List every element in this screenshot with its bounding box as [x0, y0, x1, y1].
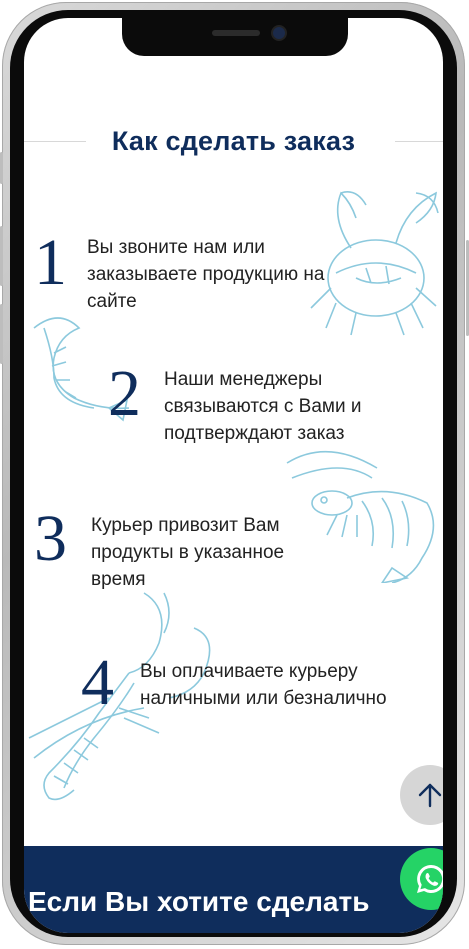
cta-text: Если Вы хотите сделать	[28, 886, 370, 917]
step-3-text: Курьер привозит Вам продукты в указанное…	[91, 512, 391, 593]
step-1-text: Вы звоните нам или заказываете продукцию…	[87, 234, 417, 315]
phone-side-button-left-3	[0, 304, 3, 364]
step-3-line-3: время	[91, 569, 146, 590]
phone-speaker	[212, 30, 260, 36]
step-1-line-3: сайте	[87, 291, 137, 312]
step-4-number: 4	[81, 646, 114, 719]
step-1-line-2: заказываете продукцию на	[87, 264, 325, 285]
step-1-number: 1	[34, 226, 67, 299]
step-2-number: 2	[108, 357, 141, 430]
phone-side-button-left-2	[0, 226, 3, 286]
scroll-to-top-button[interactable]	[400, 765, 443, 825]
phone-notch	[122, 18, 348, 56]
arrow-up-icon	[418, 783, 442, 808]
section-header: Как сделать заказ	[24, 126, 443, 156]
step-3-line-1: Курьер привозит Вам	[91, 515, 280, 536]
step-3-number: 3	[34, 502, 67, 575]
whatsapp-icon	[417, 864, 443, 893]
screen: Как сделать заказ 1 Вы звоните нам или з…	[24, 18, 443, 933]
title-divider-right	[395, 141, 443, 142]
step-4-line-2: наличными или безналично	[140, 688, 387, 709]
step-4-text: Вы оплачиваете курьеру наличными или без…	[140, 658, 443, 712]
step-4-line-1: Вы оплачиваете курьеру	[140, 661, 358, 682]
phone-side-button-left	[0, 152, 3, 184]
step-1-line-1: Вы звоните нам или	[87, 237, 265, 258]
step-2-line-3: подтверждают заказ	[164, 423, 345, 444]
section-title: Как сделать заказ	[111, 126, 356, 156]
step-2-line-1: Наши менеджеры	[164, 369, 323, 390]
step-3-line-2: продукты в указанное	[91, 542, 285, 563]
step-2-text: Наши менеджеры связываются с Вами и подт…	[164, 366, 434, 447]
phone-camera	[273, 27, 285, 39]
step-2-line-2: связываются с Вами и	[164, 396, 362, 417]
